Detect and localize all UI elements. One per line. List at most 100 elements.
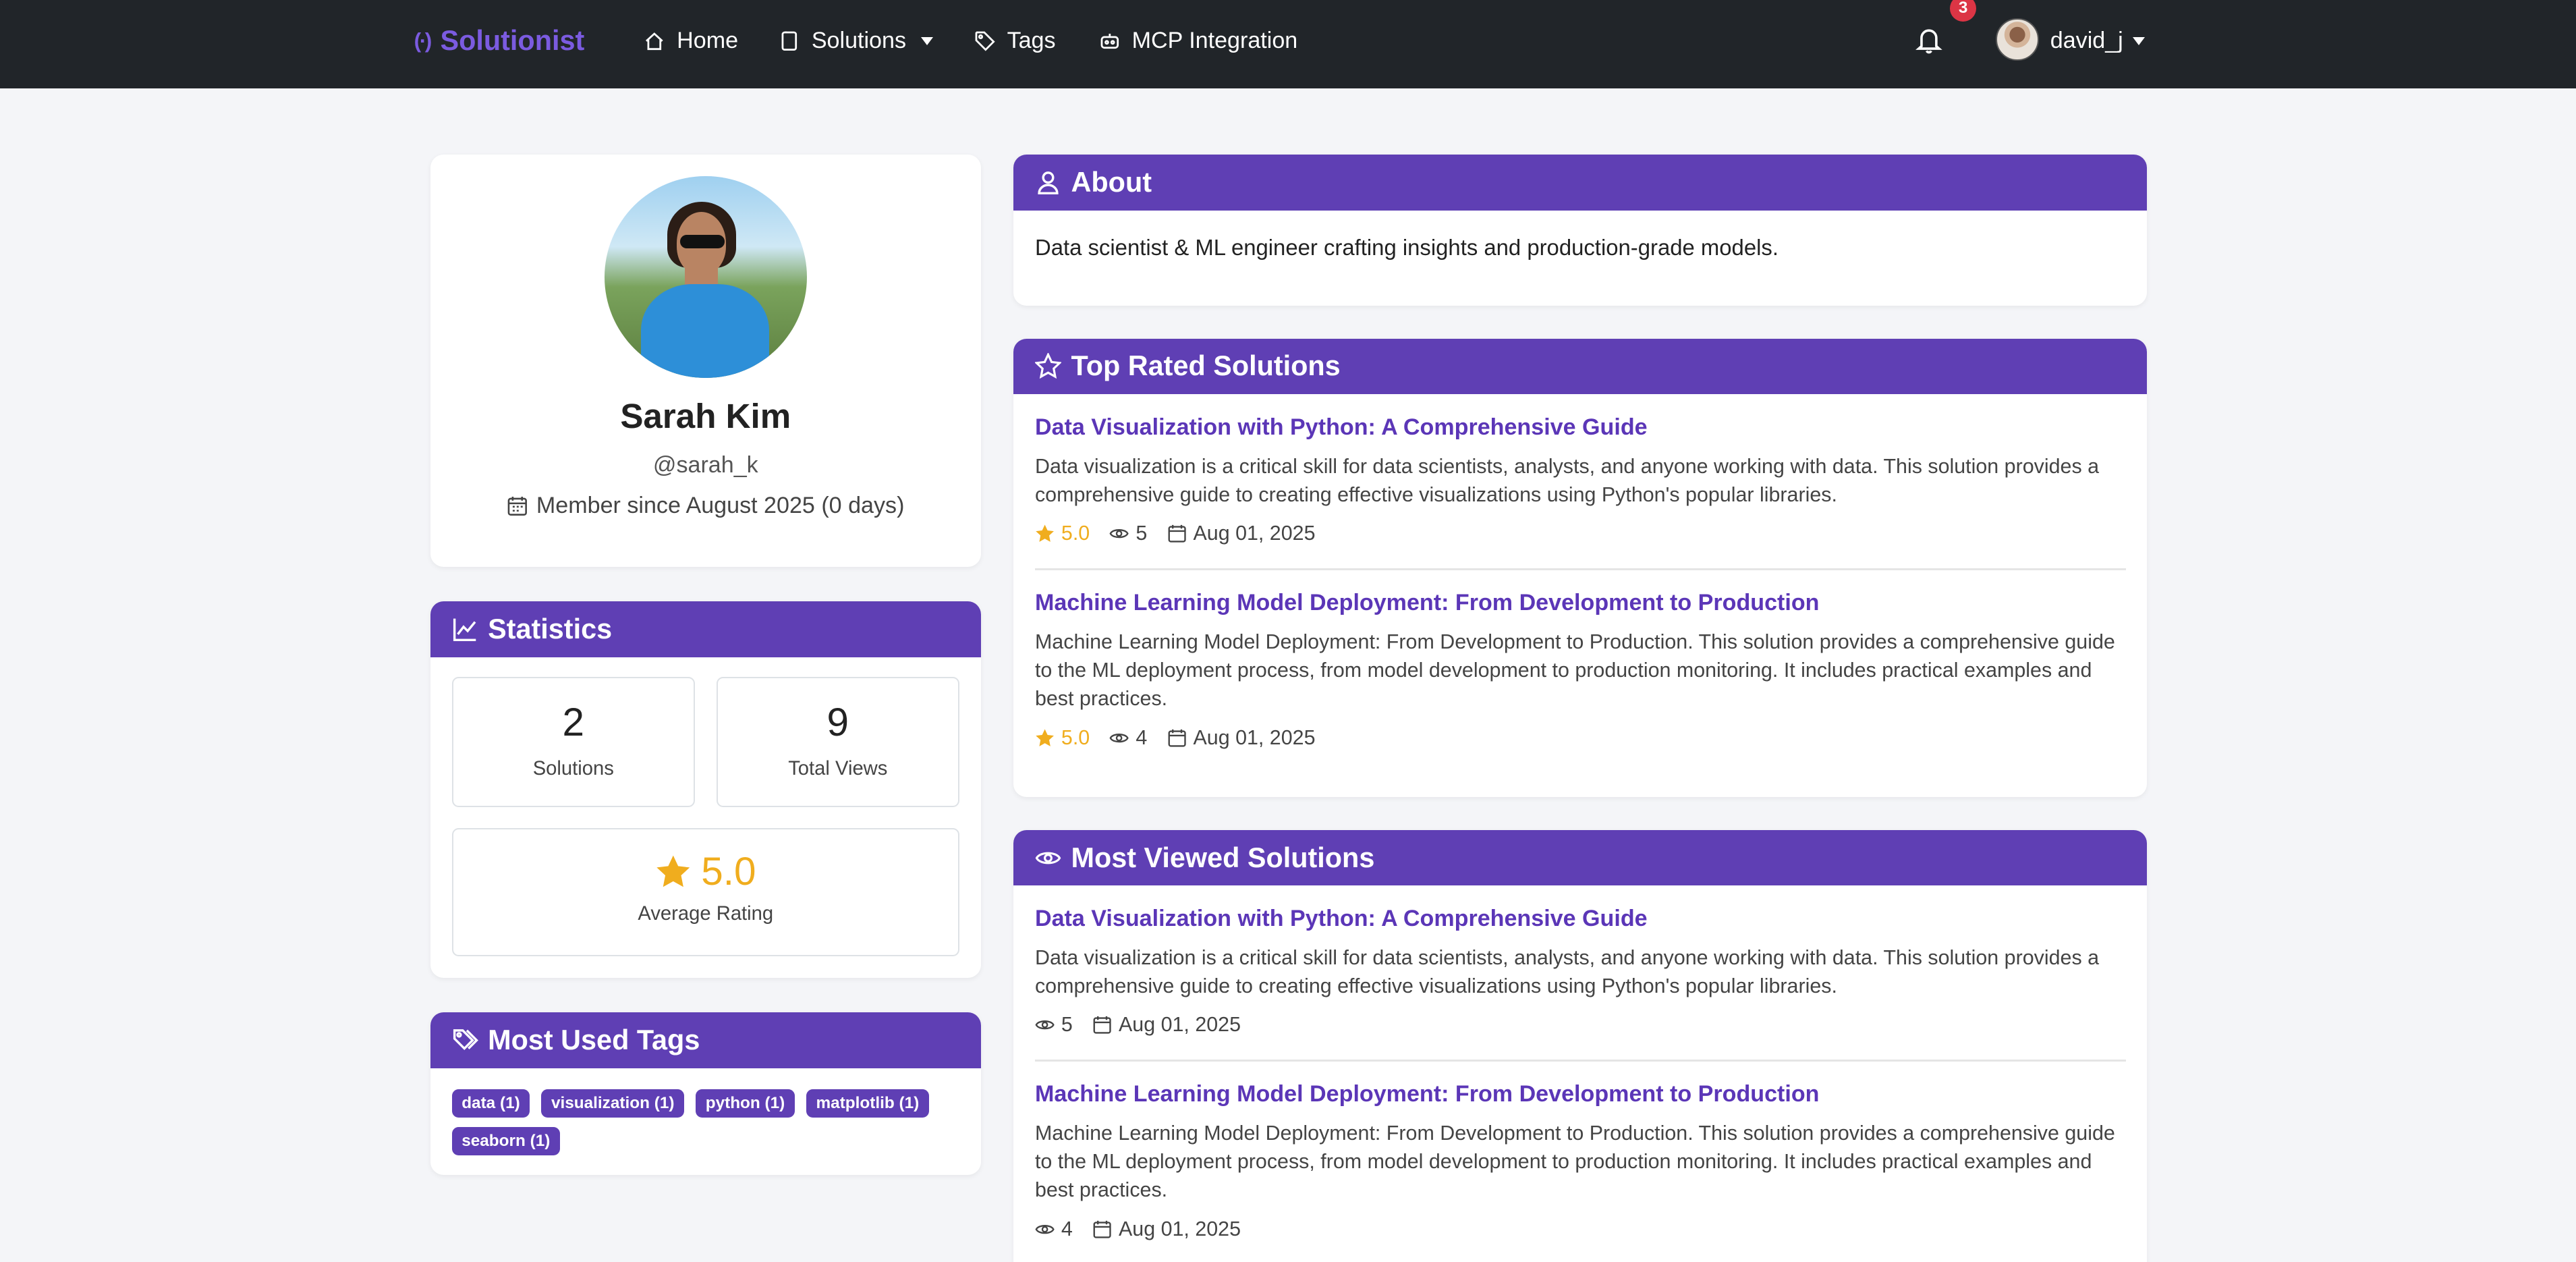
rating-value: 5.0: [1061, 725, 1090, 749]
solution-views: 4: [1035, 1217, 1073, 1241]
tag-chip[interactable]: matplotlib (1): [806, 1089, 929, 1118]
chevron-down-icon: [2133, 36, 2146, 45]
star-icon: [656, 855, 690, 887]
nav-solutions[interactable]: Solutions: [779, 25, 933, 58]
solution-views: 5: [1035, 1013, 1073, 1037]
views-value: 5: [1136, 522, 1148, 545]
profile-handle: @sarah_k: [652, 451, 758, 478]
solution-date: Aug 01, 2025: [1092, 1013, 1241, 1037]
top-rated-card: Top Rated Solutions Data Visualization w…: [1013, 338, 2148, 797]
divider: [1034, 1060, 2126, 1062]
about-text: Data scientist & ML engineer crafting in…: [1034, 235, 1779, 260]
views-value: 4: [1136, 725, 1148, 749]
nav-tags[interactable]: Tags: [974, 25, 1056, 58]
tag-chip[interactable]: python (1): [696, 1089, 795, 1118]
stat-rating-value: 5.0: [701, 850, 756, 894]
date-value: Aug 01, 2025: [1193, 725, 1316, 749]
home-icon: [646, 32, 664, 51]
stat-solutions-label: Solutions: [532, 758, 614, 780]
divider: [1034, 568, 2126, 570]
nav-mcp-integration[interactable]: MCP Integration: [1099, 25, 1297, 58]
tag-chip[interactable]: visualization (1): [541, 1089, 685, 1118]
username: david_j: [2050, 28, 2123, 54]
views-value: 5: [1061, 1013, 1073, 1037]
eye-icon: [1035, 1224, 1055, 1234]
member-since: Member since August 2025 (0 days): [430, 493, 981, 519]
most-used-tags-card: Most Used Tags data (1) visualization (1…: [430, 1012, 981, 1175]
file-icon: [781, 31, 797, 51]
user-avatar[interactable]: [1996, 18, 2039, 61]
tags-title: Most Used Tags: [488, 1024, 700, 1055]
solution-item: Data Visualization with Python: A Compre…: [1035, 414, 2126, 546]
most-viewed-title: Most Viewed Solutions: [1071, 842, 1375, 873]
top-navbar: (·) Solutionist Home Solutions Tags MCP …: [0, 0, 2576, 89]
tag-chip[interactable]: data (1): [451, 1089, 530, 1118]
solution-description: Machine Learning Model Deployment: From …: [1034, 630, 2115, 711]
member-since-text: Member since August 2025 (0 days): [536, 493, 905, 519]
solution-rating: 5.0: [1035, 522, 1090, 545]
top-rated-title: Top Rated Solutions: [1071, 350, 1341, 382]
solution-description: Data visualization is a critical skill f…: [1034, 454, 2100, 506]
solution-title-link[interactable]: Machine Learning Model Deployment: From …: [1035, 590, 2126, 616]
calendar-icon: [1093, 1220, 1111, 1238]
about-header: About: [1013, 154, 2148, 211]
solution-date: Aug 01, 2025: [1167, 726, 1316, 750]
nav-solutions-label: Solutions: [811, 28, 907, 54]
date-value: Aug 01, 2025: [1119, 1217, 1241, 1241]
eye-icon: [1035, 1020, 1055, 1030]
solution-title-link[interactable]: Data Visualization with Python: A Compre…: [1035, 414, 2126, 441]
tags-header: Most Used Tags: [430, 1012, 981, 1068]
most-viewed-header: Most Viewed Solutions: [1013, 829, 2148, 886]
calendar-icon: [1093, 1016, 1111, 1034]
solution-item: Data Visualization with Python: A Compre…: [1035, 906, 2126, 1037]
solution-meta: 5.0 5 Aug 01, 2025: [1035, 522, 2126, 545]
calendar-icon: [1168, 729, 1186, 747]
stat-solutions: 2 Solutions: [451, 677, 695, 807]
brand-name: Solutionist: [440, 25, 585, 57]
date-value: Aug 01, 2025: [1193, 522, 1316, 545]
solution-date: Aug 01, 2025: [1167, 522, 1316, 545]
brand-logo[interactable]: (·) Solutionist: [414, 23, 585, 59]
bell-icon[interactable]: [1914, 25, 1944, 55]
solution-meta: 5 Aug 01, 2025: [1035, 1013, 2126, 1037]
stat-average-rating: 5.0 Average Rating: [451, 828, 959, 957]
statistics-header: Statistics: [430, 601, 981, 657]
solution-title-link[interactable]: Data Visualization with Python: A Compre…: [1035, 906, 2126, 932]
about-title: About: [1071, 166, 1152, 198]
calendar-icon: [507, 497, 528, 516]
star-outline-icon: [1034, 353, 1061, 379]
solution-title-link[interactable]: Machine Learning Model Deployment: From …: [1035, 1081, 2126, 1107]
profile-photo: [605, 175, 807, 378]
eye-icon: [1035, 852, 1061, 864]
solution-description: Machine Learning Model Deployment: From …: [1034, 1122, 2115, 1202]
most-viewed-card: Most Viewed Solutions Data Visualization…: [1013, 829, 2148, 1262]
robot-icon: [1100, 33, 1119, 49]
solution-meta: 4 Aug 01, 2025: [1035, 1217, 2126, 1241]
solution-description: Data visualization is a critical skill f…: [1034, 945, 2100, 997]
chevron-down-icon: [920, 36, 933, 45]
nav-home[interactable]: Home: [644, 25, 738, 58]
eye-icon: [1109, 529, 1129, 539]
top-rated-header: Top Rated Solutions: [1013, 338, 2148, 395]
user-menu[interactable]: david_j: [2050, 25, 2146, 58]
rating-value: 5.0: [1061, 522, 1090, 545]
stat-views-value: 9: [827, 700, 849, 744]
eye-icon: [1109, 733, 1129, 743]
tag-chip[interactable]: seaborn (1): [451, 1127, 560, 1155]
solution-meta: 5.0 4 Aug 01, 2025: [1035, 726, 2126, 750]
solution-views: 4: [1109, 726, 1147, 750]
solution-item: Machine Learning Model Deployment: From …: [1035, 590, 2126, 750]
user-icon: [1038, 171, 1059, 194]
stat-total-views: 9 Total Views: [716, 677, 959, 807]
stat-rating-label: Average Rating: [638, 902, 774, 925]
solution-views: 5: [1109, 522, 1147, 545]
chart-line-icon: [453, 618, 476, 642]
nav-mcp-label: MCP Integration: [1131, 28, 1298, 54]
statistics-title: Statistics: [488, 613, 613, 645]
nav-home-label: Home: [677, 28, 739, 54]
star-icon: [1036, 524, 1054, 543]
solution-item: Machine Learning Model Deployment: From …: [1035, 1081, 2126, 1241]
views-value: 4: [1061, 1217, 1073, 1241]
notification-badge: 3: [1950, 0, 1977, 22]
calendar-icon: [1168, 525, 1186, 543]
